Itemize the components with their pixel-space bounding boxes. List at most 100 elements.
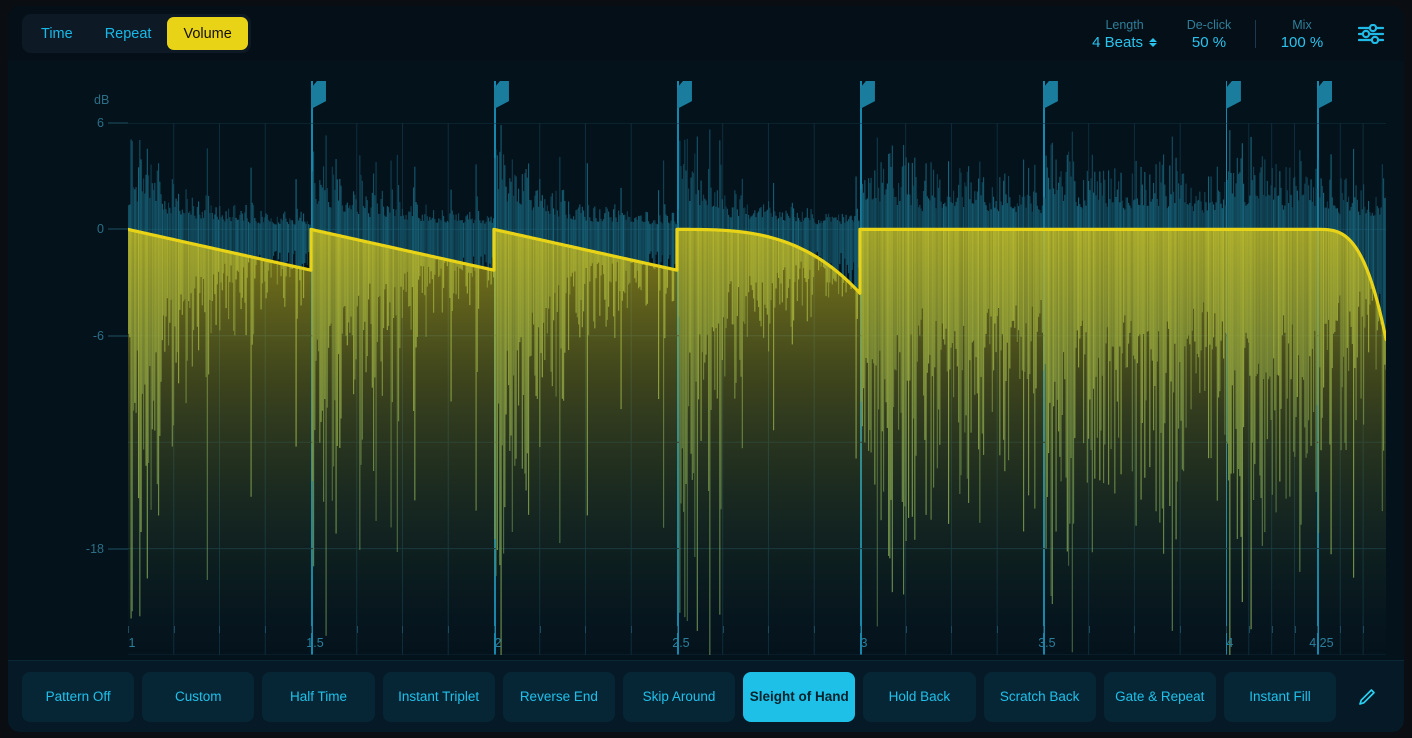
tab-repeat[interactable]: Repeat (89, 17, 168, 50)
preset-instant-fill[interactable]: Instant Fill (1223, 671, 1337, 722)
x-tick-mark (1271, 626, 1273, 633)
x-tick-mark (585, 626, 587, 633)
x-tick-label: 2 (494, 636, 502, 650)
preset-pattern-off[interactable]: Pattern Off (22, 671, 135, 722)
x-tick-mark (265, 626, 267, 633)
preset-scratch-back[interactable]: Scratch Back (983, 671, 1096, 722)
x-axis: 1 1.5 2 2.5 3 3.5 4 4.25 (128, 626, 1378, 652)
x-tick-mark (1294, 626, 1296, 633)
x-tick-mark (951, 626, 953, 633)
y-tick-label: 0 (97, 222, 104, 237)
x-tick-mark (768, 626, 770, 633)
param-mix: Mix 100 % (1264, 17, 1340, 52)
x-tick-mark (676, 626, 678, 633)
x-tick-mark (128, 626, 129, 633)
x-tick-mark (1340, 626, 1342, 633)
x-tick-label: 2.5 (672, 636, 690, 650)
x-tick-mark (859, 626, 861, 633)
chevron-updown-icon[interactable] (1149, 37, 1157, 47)
marker-flag-shape (1042, 81, 1058, 109)
marker-flag[interactable] (1317, 81, 1333, 655)
y-tick-label: -6 (92, 328, 104, 343)
param-length-label: Length (1105, 17, 1144, 32)
marker-flag-shape (676, 81, 692, 109)
param-declick-value[interactable]: 50 % (1192, 33, 1226, 52)
x-tick-mark (1225, 626, 1227, 633)
preset-skip-around[interactable]: Skip Around (622, 671, 736, 722)
x-tick-label: 1 (128, 636, 136, 650)
x-tick-label: 4 (1226, 636, 1234, 650)
param-length: Length 4 Beats (1078, 17, 1171, 52)
param-length-value[interactable]: 4 Beats (1092, 33, 1157, 52)
x-tick-mark (356, 626, 358, 633)
mode-segmented-control[interactable]: Time Repeat Volume (22, 14, 251, 53)
preset-custom[interactable]: Custom (142, 671, 255, 722)
x-tick-label: 4.25 (1309, 636, 1334, 650)
y-tick-mark (108, 548, 128, 550)
x-tick-mark (402, 626, 404, 633)
marker-flag[interactable] (1225, 81, 1241, 655)
y-tick-label: 6 (97, 116, 104, 130)
x-tick-mark (493, 626, 495, 633)
header-divider (1255, 20, 1256, 48)
y-tick-mark (108, 228, 128, 230)
param-mix-value[interactable]: 100 % (1281, 33, 1324, 52)
sliders-icon[interactable] (1352, 15, 1390, 53)
marker-flag-shape (1225, 81, 1241, 109)
tab-volume[interactable]: Volume (167, 17, 248, 50)
x-tick-mark (173, 626, 175, 633)
marker-flag[interactable] (676, 81, 692, 655)
y-axis: 6 0 -6 -18 (8, 61, 128, 660)
marker-flag[interactable] (1042, 81, 1058, 655)
x-tick-mark (1317, 626, 1319, 633)
marker-flag[interactable] (310, 81, 326, 655)
plot-area[interactable] (128, 123, 1386, 655)
x-tick-mark (905, 626, 907, 633)
marker-flag-shape (310, 81, 326, 109)
x-tick-mark (1042, 626, 1044, 633)
plot-canvas (128, 123, 1386, 655)
param-declick: De-click 50 % (1171, 17, 1247, 52)
x-tick-mark (310, 626, 312, 633)
marker-flag[interactable] (493, 81, 509, 655)
x-tick-mark (1134, 626, 1136, 633)
x-tick-label: 1.5 (306, 636, 324, 650)
x-tick-mark (722, 626, 724, 633)
x-tick-mark (1363, 626, 1365, 633)
header-parameters: Length 4 Beats De-click 50 % Mix 100 % (1078, 12, 1390, 56)
marker-flag-shape (493, 81, 509, 109)
pencil-icon[interactable] (1344, 672, 1390, 722)
x-tick-mark (1088, 626, 1090, 633)
preset-gate-repeat[interactable]: Gate & Repeat (1103, 671, 1216, 722)
marker-flags (128, 81, 1386, 655)
waveform-graph[interactable]: dB 6 0 -6 -18 1 1.5 2 2.5 3 3.5 4 4.25 (8, 61, 1404, 660)
envelope-fill (128, 229, 1386, 655)
preset-sleight-of-hand[interactable]: Sleight of Hand (743, 671, 856, 722)
marker-flag-shape (859, 81, 875, 109)
x-tick-mark (1180, 626, 1182, 633)
preset-reverse-end[interactable]: Reverse End (502, 671, 615, 722)
param-length-value-text: 4 Beats (1092, 33, 1143, 51)
main-panel: Time Repeat Volume Length 4 Beats De-cli… (8, 6, 1404, 732)
tab-time[interactable]: Time (25, 17, 89, 50)
x-tick-mark (219, 626, 221, 633)
marker-flag-shape (1317, 81, 1333, 109)
preset-bar: Pattern Off Custom Half Time Instant Triple… (8, 660, 1404, 732)
x-tick-label: 3 (860, 636, 868, 650)
y-tick-mark (108, 122, 128, 124)
volume-editor-window: Time Repeat Volume Length 4 Beats De-cli… (0, 0, 1412, 738)
x-tick-mark (631, 626, 633, 633)
x-tick-mark (539, 626, 541, 633)
preset-half-time[interactable]: Half Time (262, 671, 375, 722)
param-declick-label: De-click (1186, 17, 1232, 32)
marker-flag[interactable] (859, 81, 875, 655)
param-mix-label: Mix (1292, 17, 1312, 32)
x-tick-mark (997, 626, 999, 633)
x-tick-mark (448, 626, 450, 633)
preset-instant-triplet[interactable]: Instant Triplet (382, 671, 495, 722)
y-tick-label: -18 (85, 541, 104, 556)
x-tick-label: 3.5 (1038, 636, 1056, 650)
x-tick-mark (814, 626, 816, 633)
preset-hold-back[interactable]: Hold Back (863, 671, 976, 722)
x-tick-mark (1248, 626, 1250, 633)
